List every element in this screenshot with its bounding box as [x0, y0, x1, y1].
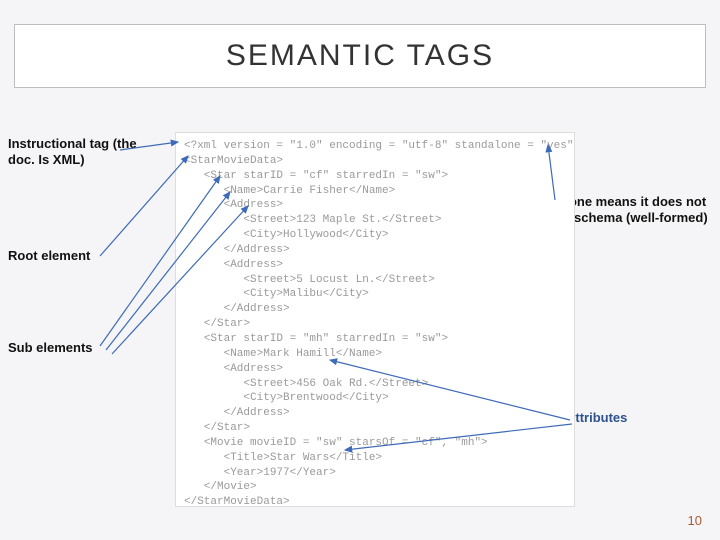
- label-instructional-tag: Instructional tag (the doc. Is XML): [8, 136, 153, 169]
- xml-code-panel: <?xml version = "1.0" encoding = "utf-8"…: [175, 132, 575, 507]
- label-attributes: Attributes: [566, 410, 686, 426]
- label-root-element: Root element: [8, 248, 148, 264]
- page-number: 10: [688, 513, 702, 528]
- page-title: SEMANTIC TAGS: [226, 39, 494, 73]
- label-sub-elements: Sub elements: [8, 340, 148, 356]
- title-band: SEMANTIC TAGS: [14, 24, 706, 88]
